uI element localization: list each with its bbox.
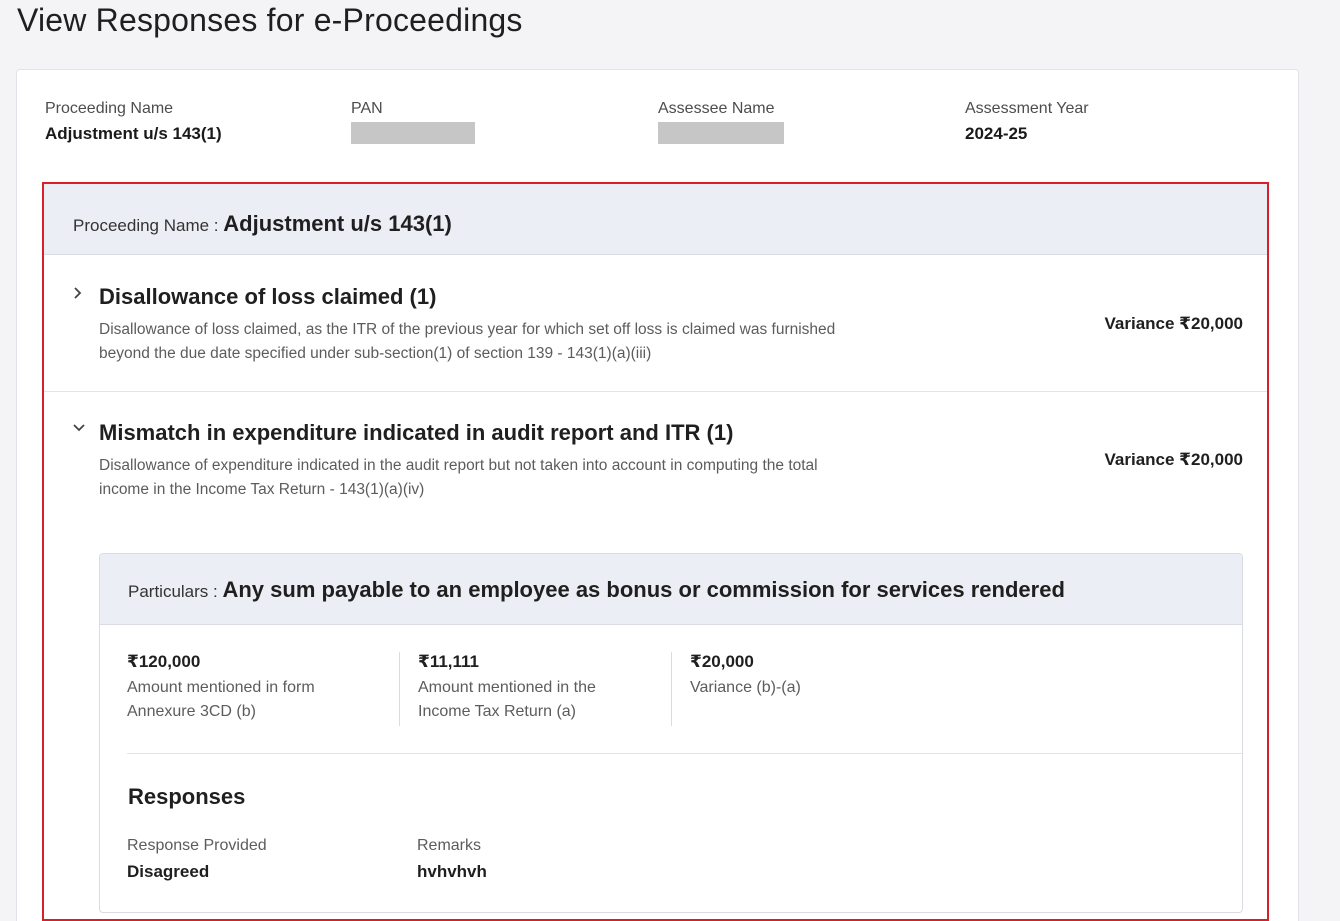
amount-income-tax-return: ₹11,111 Amount mentioned in the Income T… (418, 652, 628, 724)
chevron-down-icon[interactable] (72, 421, 86, 439)
chevron-right-icon[interactable] (72, 286, 84, 305)
assessee-name-label: Assessee Name (658, 100, 775, 117)
particulars-header: Particulars : Any sum payable to an empl… (100, 554, 1242, 625)
page-title: View Responses for e-Proceedings (17, 2, 523, 38)
remarks-label: Remarks (417, 837, 482, 854)
response-provided: Response Provided Disagreed (127, 837, 267, 882)
adjustment-section-expenditure[interactable]: Mismatch in expenditure indicated in aud… (44, 392, 1267, 919)
remarks-value: hvhvhvh (417, 862, 487, 881)
particulars-value: Any sum payable to an employee as bonus … (222, 577, 1065, 602)
adjustment-section-loss[interactable]: Disallowance of loss claimed (1) Disallo… (44, 256, 1267, 392)
proceeding-header-label-text: Proceeding Name : (73, 216, 224, 235)
assessment-year-info: Assessment Year 2024-25 (965, 100, 1089, 144)
assessee-name-info: Assessee Name (658, 100, 784, 144)
pan-info: PAN (351, 100, 475, 144)
pan-label: PAN (351, 100, 383, 117)
adjustment-description: Disallowance of loss claimed, as the ITR… (99, 321, 836, 362)
amount-value: ₹120,000 (127, 652, 201, 671)
proceeding-header-value: Adjustment u/s 143(1) (223, 211, 452, 236)
adjustment-title[interactable]: Mismatch in expenditure indicated in aud… (99, 420, 733, 446)
pan-redacted (351, 122, 475, 144)
response-provided-label: Response Provided (127, 837, 267, 854)
amount-variance: ₹20,000 Variance (b)-(a) (690, 652, 900, 700)
response-provided-value: Disagreed (127, 862, 210, 881)
amount-label: Amount mentioned in the Income Tax Retur… (418, 679, 596, 720)
remarks: Remarks hvhvhvh (417, 837, 487, 882)
amount-annexure-3cd: ₹120,000 Amount mentioned in form Annexu… (127, 652, 337, 724)
proceeding-name-info: Proceeding Name Adjustment u/s 143(1) (45, 100, 222, 144)
assessee-name-redacted (658, 122, 784, 144)
adjustment-description: Disallowance of expenditure indicated in… (99, 457, 818, 498)
column-divider (399, 652, 400, 726)
particulars-label-text: Particulars : (128, 582, 223, 601)
assessment-year-value: 2024-25 (965, 124, 1028, 143)
proceeding-highlight-box: Proceeding Name : Adjustment u/s 143(1) … (42, 182, 1269, 921)
adjustment-variance: Variance ₹20,000 (1104, 314, 1244, 333)
assessment-year-label: Assessment Year (965, 100, 1089, 117)
amount-label: Amount mentioned in form Annexure 3CD (b… (127, 679, 315, 720)
column-divider (671, 652, 672, 726)
proceeding-header-label: Proceeding Name : Adjustment u/s 143(1) (73, 211, 452, 237)
particulars-header-label: Particulars : Any sum payable to an empl… (128, 577, 1065, 603)
section-divider (127, 753, 1242, 754)
particulars-card: Particulars : Any sum payable to an empl… (99, 553, 1243, 913)
proceeding-name-value: Adjustment u/s 143(1) (45, 124, 222, 143)
proceeding-name-label: Proceeding Name (45, 100, 174, 117)
amount-value: ₹20,000 (690, 652, 754, 671)
amount-value: ₹11,111 (418, 652, 480, 671)
responses-title: Responses (128, 784, 246, 809)
adjustment-variance: Variance ₹20,000 (1104, 450, 1244, 469)
proceeding-header: Proceeding Name : Adjustment u/s 143(1) (44, 184, 1267, 255)
amount-label: Variance (b)-(a) (690, 679, 801, 696)
adjustment-title[interactable]: Disallowance of loss claimed (1) (99, 284, 436, 310)
